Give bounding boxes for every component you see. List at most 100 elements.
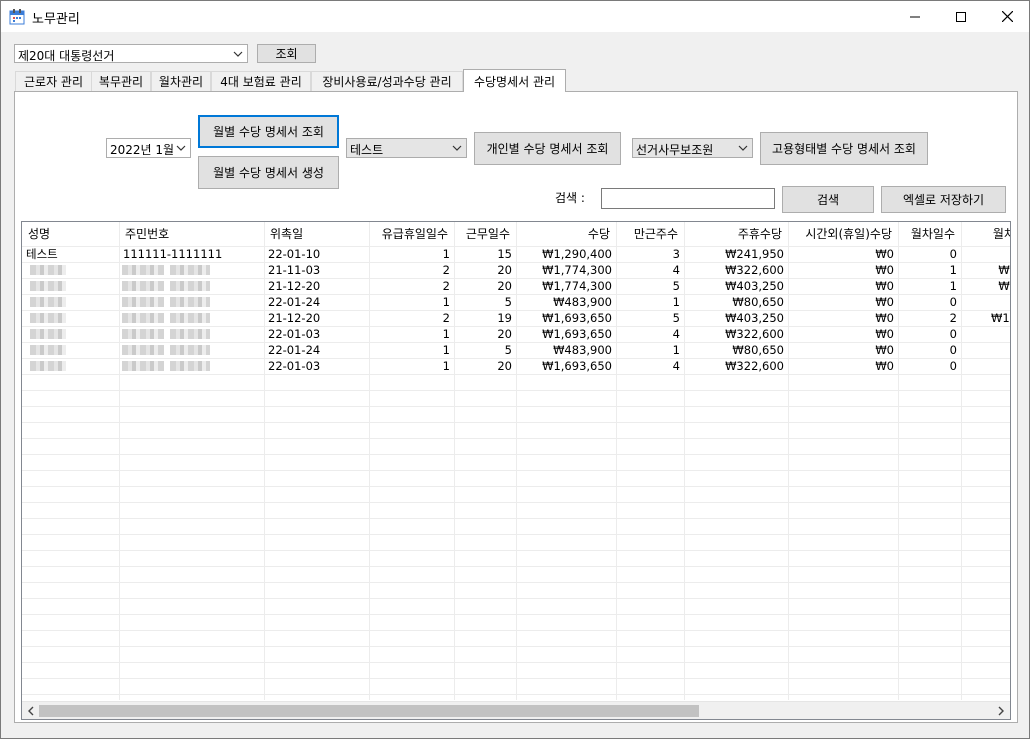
- column-header[interactable]: 월차: [961, 225, 1010, 243]
- table-row[interactable]: 21-12-20 2 19 ₩1,693,650 5 ₩403,250 ₩0 2 ₩16: [22, 310, 1010, 326]
- minimize-button[interactable]: [892, 1, 938, 32]
- table-cell-date: 22-01-03: [268, 359, 321, 373]
- close-button[interactable]: [984, 1, 1030, 32]
- table-cell-weekly-allowance: ₩322,600: [725, 263, 784, 277]
- table-cell-weekly-allowance: ₩403,250: [725, 279, 784, 293]
- table-cell-paid-holidays: 1: [442, 359, 450, 373]
- table-cell-overtime: ₩0: [875, 279, 894, 293]
- monthly-query-button[interactable]: 월별 수당 명세서 조회: [198, 115, 339, 148]
- table-cell-date: 22-01-24: [268, 295, 321, 309]
- tab-insurance[interactable]: 4대 보험료 관리: [211, 71, 311, 91]
- scroll-left-icon[interactable]: [26, 705, 36, 717]
- table-cell-paid-holidays: 1: [442, 295, 450, 309]
- table-row[interactable]: 22-01-24 1 5 ₩483,900 1 ₩80,650 ₩0 0: [22, 294, 1010, 310]
- table-cell-monthly-pay: [961, 246, 1010, 262]
- tab-allowance-statement[interactable]: 수당명세서 관리: [463, 69, 566, 92]
- tab-service[interactable]: 복무관리: [91, 71, 151, 91]
- table-cell-full-weeks: 3: [672, 247, 680, 261]
- table-cell-date: 22-01-10: [268, 247, 321, 261]
- table-cell-monthly-days: 0: [949, 359, 957, 373]
- scroll-thumb[interactable]: [39, 705, 699, 717]
- table-cell-weekly-allowance: ₩241,950: [725, 247, 784, 261]
- month-select[interactable]: 2022년 1월: [106, 138, 191, 158]
- row-divider: [22, 630, 1010, 631]
- table-cell-paid-holidays: 1: [442, 247, 450, 261]
- table-row[interactable]: 22-01-24 1 5 ₩483,900 1 ₩80,650 ₩0 0: [22, 342, 1010, 358]
- table-cell-workdays: 5: [504, 343, 512, 357]
- table-row[interactable]: 테스트 111111-1111111 22-01-10 1 15 ₩1,290,400 3 ₩…: [22, 246, 1010, 262]
- search-button[interactable]: 검색: [782, 186, 874, 213]
- table-cell-weekly-allowance: ₩322,600: [725, 359, 784, 373]
- table-cell-paid-holidays: 1: [442, 327, 450, 341]
- column-header[interactable]: 월차일수: [898, 225, 961, 243]
- table-cell-overtime: ₩0: [875, 359, 894, 373]
- employment-query-button[interactable]: 고용형태별 수당 명세서 조회: [760, 132, 928, 165]
- table-row[interactable]: 22-01-03 1 20 ₩1,693,650 4 ₩322,600 ₩0 0: [22, 358, 1010, 374]
- table-cell-full-weeks: 5: [672, 311, 680, 325]
- table-cell-overtime: ₩0: [875, 263, 894, 277]
- table-cell-allowance: ₩483,900: [553, 343, 612, 357]
- scroll-right-icon[interactable]: [996, 705, 1006, 717]
- monthly-create-button[interactable]: 월별 수당 명세서 생성: [198, 156, 339, 189]
- masked-text: [30, 313, 66, 323]
- table-cell-full-weeks: 1: [672, 343, 680, 357]
- table-cell-monthly-pay: [961, 342, 1010, 358]
- row-divider: [22, 374, 1010, 375]
- masked-text: [30, 265, 66, 275]
- column-header[interactable]: 위촉일: [264, 225, 369, 243]
- table-cell-weekly-allowance: ₩80,650: [732, 295, 784, 309]
- table-row[interactable]: 22-01-03 1 20 ₩1,693,650 4 ₩322,600 ₩0 0: [22, 326, 1010, 342]
- table-cell-allowance: ₩1,774,300: [542, 279, 612, 293]
- column-header[interactable]: 시간외(휴일)수당: [788, 225, 898, 243]
- row-divider: [22, 582, 1010, 583]
- election-select[interactable]: 제20대 대통령선거: [14, 44, 248, 63]
- person-select[interactable]: 테스트: [346, 138, 467, 158]
- table-cell-overtime: ₩0: [875, 295, 894, 309]
- masked-text: [30, 345, 66, 355]
- person-query-button[interactable]: 개인별 수당 명세서 조회: [474, 132, 621, 165]
- horizontal-scrollbar[interactable]: [22, 701, 1010, 719]
- title-bar[interactable]: 노무관리: [1, 1, 1029, 32]
- employment-type-select[interactable]: 선거사무보조원: [632, 138, 753, 158]
- masked-text: [170, 265, 210, 275]
- table-cell-weekly-allowance: ₩322,600: [725, 327, 784, 341]
- table-row[interactable]: 21-11-03 2 20 ₩1,774,300 4 ₩322,600 ₩0 1 ₩8: [22, 262, 1010, 278]
- person-select-value: 테스트: [350, 143, 384, 157]
- column-header[interactable]: 만근주수: [616, 225, 684, 243]
- row-divider: [22, 438, 1010, 439]
- table-cell-id: 111111-1111111: [123, 247, 223, 261]
- masked-text: [170, 345, 210, 355]
- table-cell-workdays: 19: [497, 311, 512, 325]
- column-header[interactable]: 유급휴일일수: [369, 225, 454, 243]
- close-icon: [1001, 11, 1013, 22]
- column-header[interactable]: 수당: [516, 225, 616, 243]
- minimize-icon: [910, 16, 920, 17]
- table-cell-workdays: 20: [497, 327, 512, 341]
- export-excel-button[interactable]: 엑셀로 저장하기: [881, 186, 1006, 213]
- column-header[interactable]: 주휴수당: [684, 225, 788, 243]
- table-cell-date: 21-12-20: [268, 311, 321, 325]
- row-divider: [22, 662, 1010, 663]
- tab-worker[interactable]: 근로자 관리: [15, 71, 92, 91]
- allowance-table[interactable]: 성명 주민번호 위촉일 유급휴일일수 근무일수 수당 만근주수 주휴수당 시간외(휴일)수당 월차…: [21, 221, 1011, 720]
- table-cell-monthly-days: 2: [949, 311, 957, 325]
- table-cell-monthly-pay: ₩8: [998, 263, 1010, 277]
- masked-text: [122, 281, 164, 291]
- table-cell-overtime: ₩0: [875, 343, 894, 357]
- tab-monthly-leave[interactable]: 월차관리: [151, 71, 211, 91]
- table-row[interactable]: 21-12-20 2 20 ₩1,774,300 5 ₩403,250 ₩0 1 ₩8: [22, 278, 1010, 294]
- row-divider: [22, 406, 1010, 407]
- table-cell-overtime: ₩0: [875, 247, 894, 261]
- column-header[interactable]: 주민번호: [119, 225, 264, 243]
- tab-equipment[interactable]: 장비사용료/성과수당 관리: [311, 71, 463, 91]
- masked-text: [170, 281, 210, 291]
- column-header[interactable]: 성명: [22, 225, 119, 243]
- table-cell-monthly-pay: ₩16: [990, 311, 1010, 325]
- maximize-button[interactable]: [938, 1, 984, 32]
- column-header[interactable]: 근무일수: [454, 225, 516, 243]
- table-cell-monthly-days: 0: [949, 343, 957, 357]
- lookup-button[interactable]: 조회: [257, 44, 316, 63]
- search-input[interactable]: [601, 188, 775, 209]
- table-cell-paid-holidays: 2: [442, 279, 450, 293]
- table-cell-paid-holidays: 2: [442, 311, 450, 325]
